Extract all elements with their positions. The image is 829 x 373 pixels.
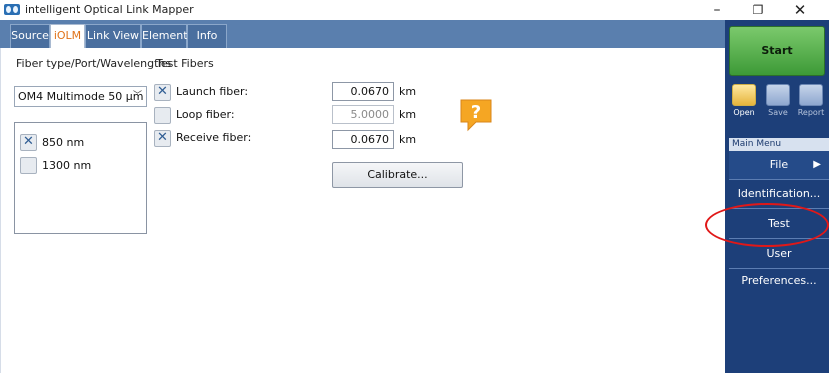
wavelength-850-label: 850 nm xyxy=(42,136,85,149)
report-icon xyxy=(799,84,823,106)
floppy-icon xyxy=(766,84,790,106)
tab-strip: Source iOLM Link View Elements Info xyxy=(0,20,725,48)
receive-fiber-label: Receive fiber: xyxy=(176,131,252,144)
title-bar: intelligent Optical Link Mapper – ❐ ✕ xyxy=(0,0,829,20)
wavelength-850-checkbox[interactable] xyxy=(20,134,37,151)
launch-fiber-checkbox[interactable] xyxy=(154,84,171,101)
wavelength-1300-label: 1300 nm xyxy=(42,159,92,172)
tab-link-view[interactable]: Link View xyxy=(85,24,141,48)
save-label: Save xyxy=(768,108,788,117)
app-window: intelligent Optical Link Mapper – ❐ ✕ So… xyxy=(0,0,829,373)
save-button[interactable]: Save xyxy=(762,84,794,124)
tab-source[interactable]: Source xyxy=(10,24,50,48)
receive-fiber-unit: km xyxy=(399,133,417,146)
loop-fiber-label: Loop fiber: xyxy=(176,108,235,121)
tab-elements[interactable]: Elements xyxy=(141,24,193,48)
launch-fiber-length-input[interactable]: 0.0670 xyxy=(332,82,394,101)
report-button[interactable]: Report xyxy=(795,84,827,124)
close-button[interactable]: ✕ xyxy=(780,0,820,20)
wavelength-list: 850 nm 1300 nm xyxy=(14,122,147,234)
chevron-right-icon: ▶ xyxy=(813,159,821,170)
chevron-down-icon: ﹀ xyxy=(132,91,142,101)
launch-fiber-label: Launch fiber: xyxy=(176,85,249,98)
menu-item-test-configuration[interactable]: Test Configuration... xyxy=(729,210,829,257)
main-menu-header: Main Menu xyxy=(729,138,829,151)
menu-item-user-preferences[interactable]: User Preferences... xyxy=(729,240,829,287)
wavelength-1300-checkbox[interactable] xyxy=(20,157,37,174)
help-glyph: ? xyxy=(471,102,481,123)
menu-item-file-label: File xyxy=(769,158,789,171)
launch-fiber-unit: km xyxy=(399,85,417,98)
menu-item-identification[interactable]: Identification... xyxy=(729,180,829,209)
fiber-section-label: Fiber type/Port/Wavelengths xyxy=(16,57,172,70)
start-button[interactable]: Start xyxy=(729,26,825,76)
maximize-button[interactable]: ❐ xyxy=(738,0,778,20)
minimize-button[interactable]: – xyxy=(697,0,737,20)
menu-item-file[interactable]: File ▶ xyxy=(729,151,829,180)
app-logo-icon xyxy=(4,4,20,15)
receive-fiber-checkbox[interactable] xyxy=(154,130,171,147)
right-panel: Start Open Save Report Main Menu File ▶ … xyxy=(725,20,829,373)
help-icon[interactable]: ? xyxy=(458,97,494,133)
loop-fiber-unit: km xyxy=(399,108,417,121)
iolm-tab-content: Fiber type/Port/Wavelengths Test Fibers … xyxy=(0,48,725,373)
window-title: intelligent Optical Link Mapper xyxy=(25,3,194,16)
loop-fiber-checkbox[interactable] xyxy=(154,107,171,124)
folder-icon xyxy=(732,84,756,106)
receive-fiber-length-input[interactable]: 0.0670 xyxy=(332,130,394,149)
test-fibers-label: Test Fibers xyxy=(156,57,214,70)
tab-iolm[interactable]: iOLM xyxy=(50,24,85,48)
report-label: Report xyxy=(797,108,825,117)
loop-fiber-length-input[interactable]: 5.0000 xyxy=(332,105,394,124)
fiber-type-value: OM4 Multimode 50 µm xyxy=(18,90,144,103)
open-label: Open xyxy=(733,108,755,117)
open-button[interactable]: Open xyxy=(728,84,760,124)
main-area: Source iOLM Link View Elements Info Fibe… xyxy=(0,20,725,373)
tab-info[interactable]: Info xyxy=(187,24,227,48)
calibrate-button[interactable]: Calibrate... xyxy=(332,162,463,188)
fiber-type-select[interactable]: OM4 Multimode 50 µm ﹀ xyxy=(14,86,147,107)
